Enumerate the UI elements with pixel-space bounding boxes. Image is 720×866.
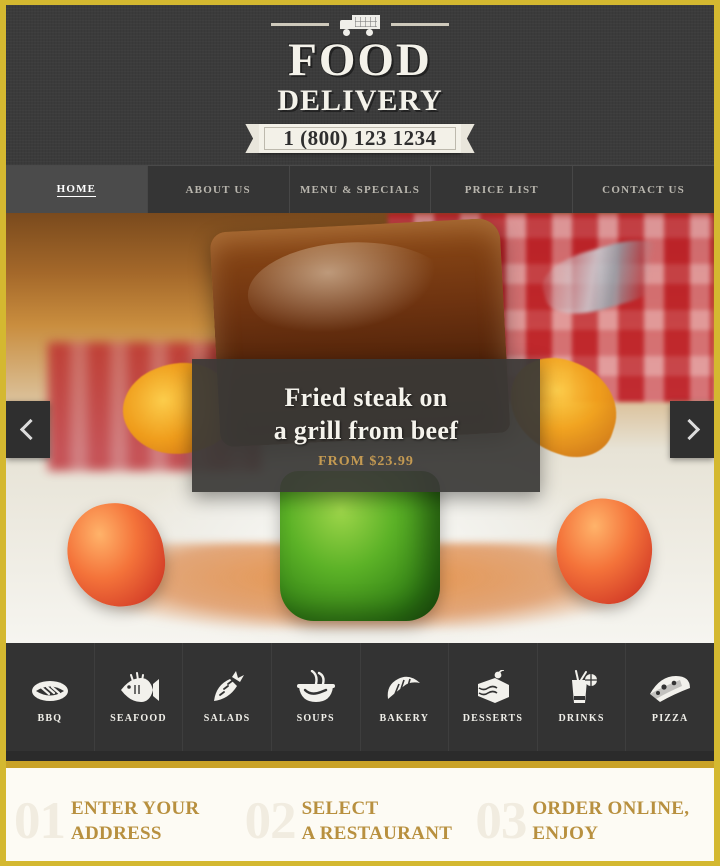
site-header: FOOD DELIVERY 1 (800) 123 1234: [6, 5, 714, 165]
step-01-line1: ENTER YOUR: [71, 797, 200, 819]
logo-line-delivery: DELIVERY: [277, 84, 443, 117]
category-seafood[interactable]: SEAFOOD: [93, 643, 183, 751]
nav-item-home[interactable]: HOME: [6, 166, 147, 213]
category-bbq[interactable]: BBQ: [6, 643, 94, 751]
category-desserts-label: DESSERTS: [462, 713, 524, 724]
category-seafood-label: SEAFOOD: [110, 713, 167, 724]
cabbage-roll: [280, 471, 440, 621]
dark-divider: [6, 751, 714, 761]
step-01: 01 ENTER YOUR ADDRESS: [14, 791, 245, 850]
step-03-number: 03: [475, 791, 527, 850]
steak-icon: [30, 670, 70, 704]
pizza-slice-icon: [648, 670, 692, 704]
delivery-truck-icon: [337, 13, 383, 37]
step-03-text: ORDER ONLINE, ENJOY: [532, 796, 689, 846]
phone-ribbon[interactable]: 1 (800) 123 1234: [259, 124, 461, 153]
gold-divider: [6, 761, 714, 768]
hero-caption-line1: Fried steak on: [284, 383, 448, 412]
category-bakery-label: BAKERY: [379, 713, 430, 724]
hero-caption-line2: a grill from beef: [273, 416, 459, 445]
step-02: 02 SELECT A RESTAURANT: [244, 791, 476, 850]
category-salads-label: SALADS: [203, 713, 251, 724]
step-01-text: ENTER YOUR ADDRESS: [71, 796, 199, 846]
chevron-right-icon: [678, 418, 701, 441]
rule-right: [391, 23, 449, 26]
category-bbq-label: BBQ: [37, 713, 63, 724]
logo-line-food: FOOD: [288, 34, 432, 86]
phone-number: 1 (800) 123 1234: [283, 126, 437, 150]
soup-bowl-icon: [296, 670, 336, 704]
hero-slider: Fried steak on a grill from beef FROM $2…: [6, 213, 714, 643]
cake-slice-icon: [473, 670, 513, 704]
category-desserts[interactable]: DESSERTS: [448, 643, 537, 751]
phone-ribbon-wrap: 1 (800) 123 1234: [6, 124, 714, 153]
carrot-icon: [210, 670, 245, 704]
step-03-line2: ENJOY: [532, 822, 599, 844]
step-02-line2: A RESTAURANT: [301, 822, 453, 844]
step-02-number: 02: [244, 791, 297, 850]
nav-item-menu-specials[interactable]: MENU & SPECIALS: [288, 166, 431, 213]
croissant-icon: [384, 670, 424, 704]
step-02-line1: SELECT: [301, 797, 379, 819]
nav-item-price-list-label: PRICE LIST: [464, 183, 539, 196]
step-03: 03 ORDER ONLINE, ENJOY: [475, 791, 706, 850]
category-pizza-label: PIZZA: [651, 713, 689, 724]
rule-left: [271, 23, 329, 26]
nav-item-home-label: HOME: [56, 182, 97, 197]
step-01-line2: ADDRESS: [71, 822, 162, 844]
category-soups[interactable]: SOUPS: [270, 643, 360, 751]
category-drinks[interactable]: DRINKS: [536, 643, 626, 751]
slider-prev-button[interactable]: [6, 401, 50, 458]
nav-item-about-us-label: ABOUT US: [185, 183, 251, 196]
fish-icon: [117, 670, 160, 704]
nav-item-menu-specials-label: MENU & SPECIALS: [299, 183, 421, 196]
cocktail-glass-icon: [564, 670, 600, 704]
slider-next-button[interactable]: [670, 401, 714, 458]
main-navigation: HOME ABOUT US MENU & SPECIALS PRICE LIST…: [6, 165, 714, 213]
hero-price: FROM $23.99: [318, 454, 414, 469]
page-root: FOOD DELIVERY 1 (800) 123 1234 HOME ABOU…: [0, 0, 720, 866]
hero-caption: Fried steak on a grill from beef FROM $2…: [192, 359, 540, 492]
how-it-works-steps: 01 ENTER YOUR ADDRESS 02 SELECT A RESTAU…: [6, 768, 714, 861]
category-soups-label: SOUPS: [296, 713, 335, 724]
nav-item-contact-us-label: CONTACT US: [602, 183, 685, 196]
logo-truck-row: [6, 5, 714, 37]
nav-item-contact-us[interactable]: CONTACT US: [572, 166, 714, 213]
category-drinks-label: DRINKS: [558, 713, 605, 724]
nav-item-price-list[interactable]: PRICE LIST: [430, 166, 573, 213]
category-bakery[interactable]: BAKERY: [359, 643, 449, 751]
step-01-number: 01: [14, 791, 66, 850]
nav-item-about-us[interactable]: ABOUT US: [146, 166, 289, 213]
step-03-line1: ORDER ONLINE,: [532, 797, 690, 819]
category-pizza[interactable]: PIZZA: [625, 643, 714, 751]
category-salads[interactable]: SALADS: [182, 643, 271, 751]
step-02-text: SELECT A RESTAURANT: [302, 796, 453, 846]
category-bar: BBQ SEAFOOD SALADS SOUPS BAKERY DESSERTS…: [6, 643, 714, 751]
chevron-left-icon: [19, 418, 42, 441]
